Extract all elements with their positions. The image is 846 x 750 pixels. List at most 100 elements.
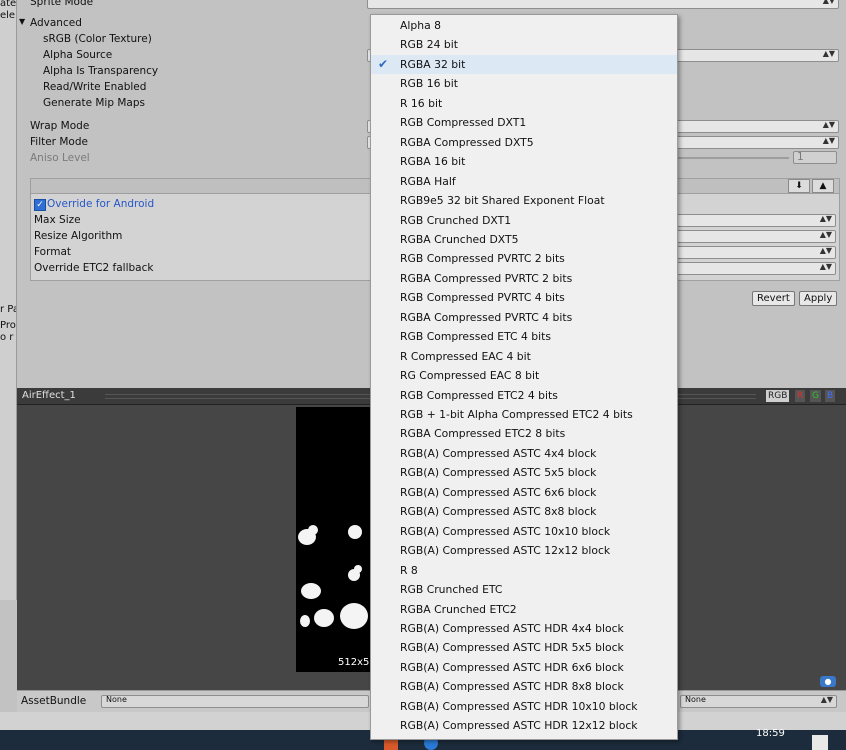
format-option[interactable]: R Compressed EAC 4 bit [371,347,677,366]
format-option-label: RGB(A) Compressed ASTC HDR 5x5 block [400,641,624,655]
aniso-level-field[interactable]: 1 [793,151,837,164]
format-option[interactable]: RGB(A) Compressed ASTC HDR 6x6 block [371,658,677,677]
format-option-label: RGB(A) Compressed ASTC 5x5 block [400,466,597,480]
format-option[interactable]: RGB Crunched ETC [371,580,677,599]
format-option-label: RGB(A) Compressed ASTC HDR 10x10 block [400,699,638,713]
format-option[interactable]: RGB 24 bit [371,35,677,54]
override-android-checkbox[interactable]: ✓ [34,199,46,211]
channel-b-toggle[interactable]: B [825,390,836,402]
resize-algorithm-dropdown[interactable]: ▲▼ [676,230,836,243]
format-option-label: RGB Compressed PVRTC 4 bits [400,291,565,305]
format-option[interactable]: RGB(A) Compressed ASTC HDR 5x5 block [371,638,677,657]
format-dropdown[interactable]: ▲▼ [676,246,836,259]
format-option[interactable]: Alpha 8 [371,16,677,35]
format-option-label: R 16 bit [400,96,443,110]
texture-size-label: 512x5 [338,657,370,668]
format-option-label: RGBA Crunched DXT5 [400,232,519,246]
channel-r-toggle[interactable]: R [795,390,806,402]
format-option[interactable]: RGB(A) Compressed ASTC 8x8 block [371,502,677,521]
max-size-dropdown[interactable]: ▲▼ [676,214,836,227]
format-option[interactable]: RGBA Compressed PVRTC 2 bits [371,269,677,288]
advanced-foldout-arrow-icon[interactable]: ▼ [19,17,25,26]
format-option[interactable]: RGB Compressed ETC2 4 bits [371,386,677,405]
resize-algorithm-label: Resize Algorithm [34,230,123,242]
format-option-label: RGB 16 bit [400,77,458,91]
format-option[interactable]: RGB + 1-bit Alpha Compressed ETC2 4 bits [371,405,677,424]
android-platform-icon[interactable]: ▲ [812,179,834,193]
format-option-label: RGB Compressed ETC 4 bits [400,330,552,344]
apply-button[interactable]: Apply [799,291,838,306]
format-option[interactable]: RGB Compressed ETC 4 bits [371,327,677,346]
format-option[interactable]: RGB(A) Compressed ASTC HDR 4x4 block [371,619,677,638]
format-option[interactable]: RGB(A) Compressed ASTC 6x6 block [371,483,677,502]
format-option-label: RGB Compressed DXT1 [400,116,527,130]
format-option[interactable]: RGB(A) Compressed ASTC HDR 8x8 block [371,677,677,696]
channel-rgb-toggle[interactable]: RGB [766,390,790,402]
format-option-label: RGB(A) Compressed ASTC HDR 6x6 block [400,660,624,674]
format-option[interactable]: RGB(A) Compressed ASTC HDR 10x10 block [371,697,677,716]
format-option[interactable]: RGBA 16 bit [371,152,677,171]
format-option[interactable]: R 16 bit [371,94,677,113]
format-option-label: RGB 24 bit [400,38,458,52]
assetbundle-name-dropdown[interactable]: None [101,695,369,708]
format-option[interactable]: RGB 16 bit [371,74,677,93]
override-android-label[interactable]: Override for Android [47,198,154,210]
preview-asset-name: AirEffect_1 [22,390,76,401]
sprite-mode-label: Sprite Mode [30,0,94,8]
format-label: Format [34,246,72,258]
format-option[interactable]: RGBA Half [371,172,677,191]
format-option-label: RGB Crunched ETC [400,583,503,597]
alpha-transparency-label: Alpha Is Transparency [43,65,159,77]
cloud-sprite [300,615,310,627]
format-option[interactable]: RGB(A) Compressed ASTC 10x10 block [371,522,677,541]
format-option[interactable]: R 8 [371,561,677,580]
filter-mode-label: Filter Mode [30,136,88,148]
format-option-label: RGBA Half [400,174,456,188]
format-options-menu: Alpha 8 RGB 24 bit ✔ RGBA 32 bit RGB 16 bit R… [370,14,678,740]
left-text-1: ate [0,0,16,9]
format-option-label: RGB(A) Compressed ASTC 10x10 block [400,524,611,538]
format-option-label: RGBA Compressed PVRTC 2 bits [400,271,573,285]
format-option[interactable]: RG Compressed EAC 8 bit [371,366,677,385]
format-option[interactable]: RGBA Crunched DXT5 [371,230,677,249]
format-option-label: RGB(A) Compressed ASTC HDR 12x12 block [400,719,638,733]
override-etc2-label: Override ETC2 fallback [34,262,154,274]
format-option[interactable]: ✔ RGBA 32 bit [371,54,677,74]
download-platform-icon[interactable]: ⬇ [788,179,810,193]
read-write-label: Read/Write Enabled [43,81,147,93]
advanced-foldout-label[interactable]: Advanced [30,17,82,29]
cloud-sprite [301,583,321,599]
assetbundle-variant-dropdown[interactable]: None ▲▼ [680,695,837,708]
format-option-label: RGBA Compressed ETC2 8 bits [400,427,566,441]
override-etc2-dropdown[interactable]: ▲▼ [676,262,836,275]
format-option-label: RGB + 1-bit Alpha Compressed ETC2 4 bits [400,408,633,421]
revert-button[interactable]: Revert [752,291,795,306]
format-option[interactable]: RGB Compressed DXT1 [371,113,677,132]
format-option[interactable]: RGBA Compressed PVRTC 4 bits [371,308,677,327]
format-option[interactable]: RGB(A) Compressed ASTC 12x12 block [371,541,677,560]
format-option-label: RGBA 32 bit [400,57,466,71]
format-option-label: RGB Crunched DXT1 [400,213,512,227]
format-option[interactable]: RGB(A) Compressed ASTC HDR 12x12 block [371,716,677,735]
format-option[interactable]: RGB Crunched DXT1 [371,211,677,230]
format-option[interactable]: RGB(A) Compressed ASTC 4x4 block [371,444,677,463]
notification-icon[interactable] [812,735,828,750]
aniso-slider-track[interactable] [677,157,789,159]
format-option[interactable]: RGB Compressed PVRTC 2 bits [371,249,677,268]
format-option[interactable]: RGB Compressed PVRTC 4 bits [371,288,677,307]
cloud-sprite [340,603,368,629]
format-option-label: Alpha 8 [400,19,441,32]
format-option[interactable]: RGBA Compressed ETC2 8 bits [371,424,677,443]
channel-g-toggle[interactable]: G [810,390,821,402]
format-option-label: R Compressed EAC 4 bit [400,349,531,363]
format-option[interactable]: RGBA Compressed DXT5 [371,133,677,152]
aniso-level-label: Aniso Level [30,152,90,164]
format-option[interactable]: RGBA Crunched ETC2 [371,600,677,619]
format-option[interactable]: RGB9e5 32 bit Shared Exponent Float [371,191,677,210]
sprite-mode-dropdown[interactable]: ▲▼ [367,0,839,9]
label-tag-icon[interactable]: ● [820,676,836,687]
left-panel-edge: ate ele r Pa Pro o r [0,0,17,600]
srgb-label: sRGB (Color Texture) [43,33,152,45]
left-text-2: ele [0,10,16,21]
format-option[interactable]: RGB(A) Compressed ASTC 5x5 block [371,463,677,482]
